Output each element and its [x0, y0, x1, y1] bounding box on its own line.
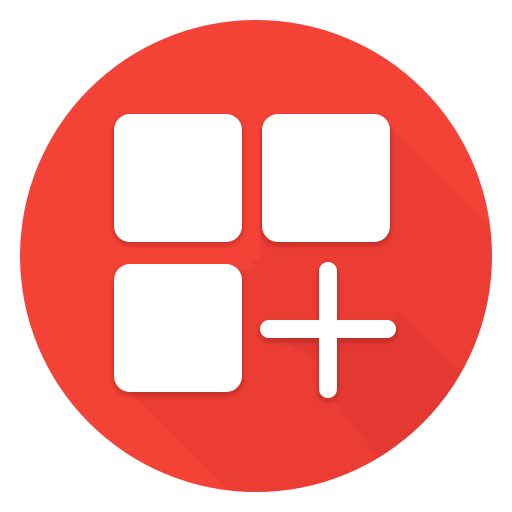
tile-top-right	[262, 114, 390, 242]
tile-top-left	[114, 114, 242, 242]
icon-canvas	[0, 0, 512, 512]
plus-vertical-bar	[319, 262, 337, 398]
tile-bottom-left	[114, 264, 242, 392]
add-apps-grid-icon	[20, 20, 492, 492]
